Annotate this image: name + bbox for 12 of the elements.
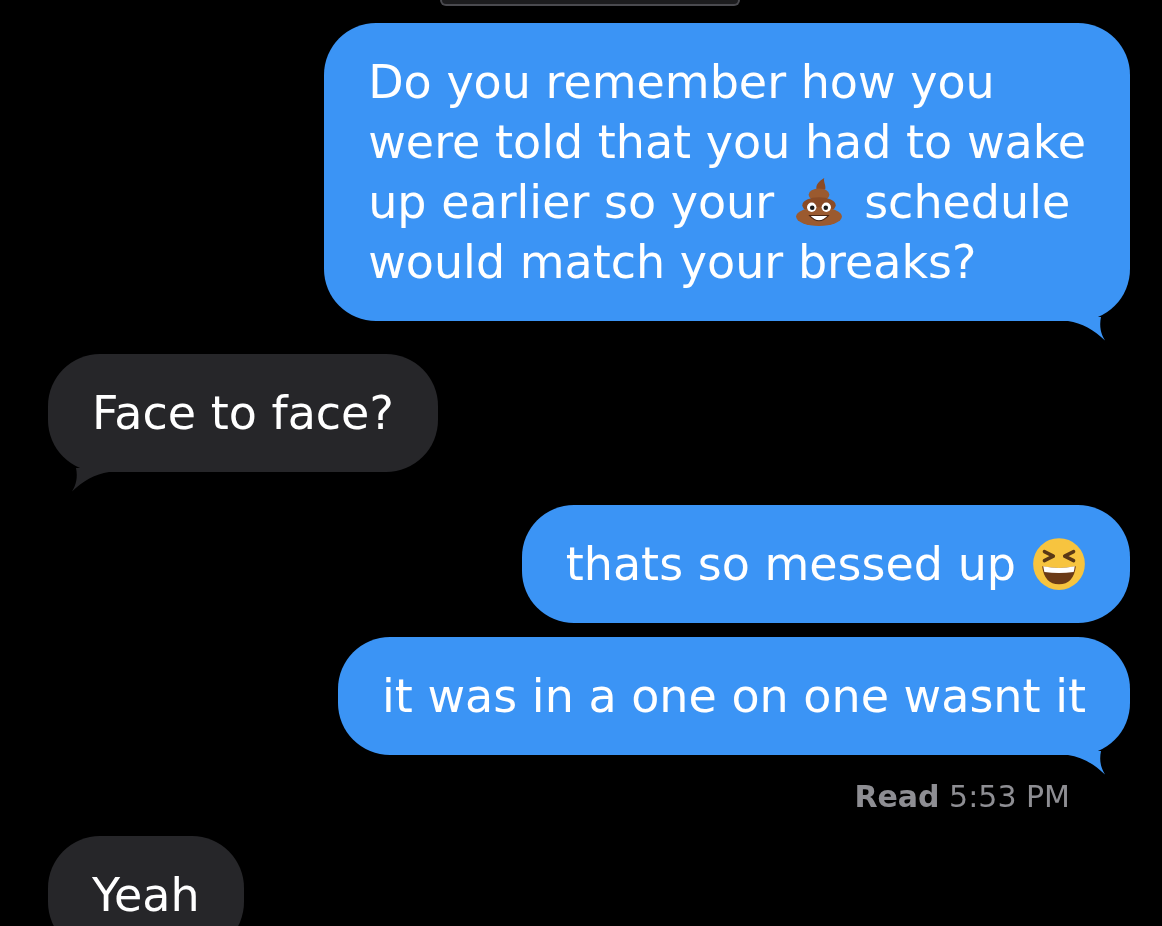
message-text: were told that you had to wake	[368, 114, 1086, 171]
read-receipt: Read 5:53 PM	[854, 779, 1070, 815]
message-text: Yeah	[92, 867, 200, 924]
laughing-face-icon	[1032, 537, 1086, 591]
message-text: Do you remember how you	[368, 54, 995, 111]
message-text: would match your breaks?	[368, 234, 977, 291]
message-text: thats so messed up	[565, 536, 1016, 593]
poop-emoji-icon	[794, 177, 845, 227]
message-text: up earlier so your	[368, 174, 775, 231]
message-text: Face to face?	[92, 385, 394, 442]
message-text: it was in a one on one wasnt it	[382, 668, 1086, 725]
message-text: schedule	[864, 174, 1071, 231]
